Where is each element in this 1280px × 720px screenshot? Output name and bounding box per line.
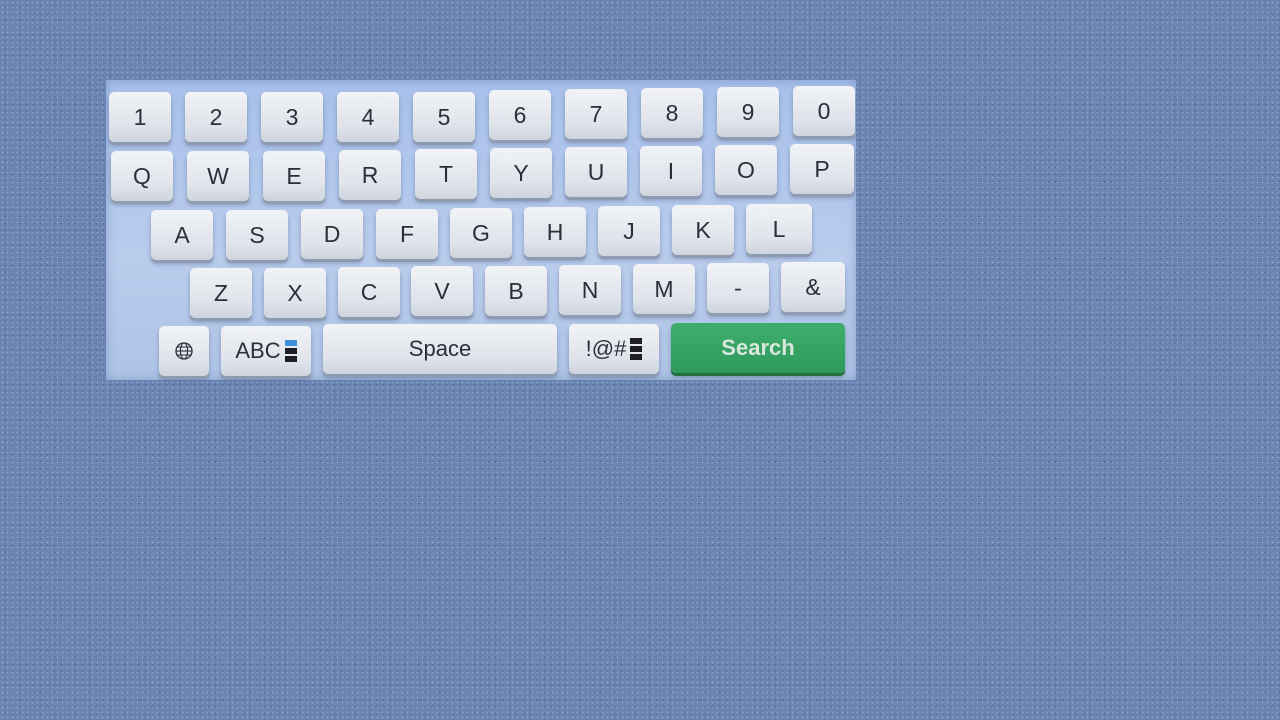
key-c[interactable]: C [338,267,400,317]
key-a[interactable]: A [151,210,213,260]
symbols-mode-label: !@# [585,336,627,361]
key-n[interactable]: N [559,265,621,315]
key-w[interactable]: W [187,151,249,201]
key-r[interactable]: R [339,150,401,200]
search-button[interactable]: Search [671,323,845,373]
symbols-mode-indicator-icon [630,338,643,360]
key-i[interactable]: I [640,146,702,196]
key-o[interactable]: O [715,145,777,195]
key-e[interactable]: E [263,151,325,201]
key-b[interactable]: B [485,266,547,316]
on-screen-keyboard: 1 2 3 4 5 6 7 8 9 0 Q W E R T Y U I O P … [106,80,856,380]
space-key[interactable]: Space [323,324,557,374]
language-key[interactable] [159,326,209,376]
key-ampersand[interactable]: & [781,262,845,312]
key-u[interactable]: U [565,147,627,197]
key-l[interactable]: L [746,204,812,254]
key-5[interactable]: 5 [413,92,475,142]
key-s[interactable]: S [226,210,288,260]
mode-indicator-icon [284,340,297,362]
key-6[interactable]: 6 [489,90,551,140]
key-0[interactable]: 0 [793,86,855,136]
search-button-label: Search [721,335,795,360]
key-y[interactable]: Y [490,148,552,198]
globe-icon [175,342,193,360]
key-h[interactable]: H [524,207,586,257]
key-hyphen[interactable]: - [707,263,769,313]
key-f[interactable]: F [376,209,438,259]
key-j[interactable]: J [598,206,660,256]
key-x[interactable]: X [264,268,326,318]
key-g[interactable]: G [450,208,512,258]
key-3[interactable]: 3 [261,92,323,142]
space-key-label: Space [408,336,472,361]
key-v[interactable]: V [411,266,473,316]
abc-mode-key[interactable]: ABC [221,326,311,376]
key-p[interactable]: P [790,144,854,194]
key-d[interactable]: D [301,209,363,259]
symbols-mode-key[interactable]: !@# [569,324,659,374]
key-k[interactable]: K [672,205,734,255]
key-z[interactable]: Z [190,268,252,318]
key-q[interactable]: Q [111,151,173,201]
key-4[interactable]: 4 [337,92,399,142]
key-7[interactable]: 7 [565,89,627,139]
key-9[interactable]: 9 [717,87,779,137]
key-t[interactable]: T [415,149,477,199]
key-2[interactable]: 2 [185,92,247,142]
abc-mode-label: ABC [235,338,281,363]
key-1[interactable]: 1 [109,92,171,142]
key-m[interactable]: M [633,264,695,314]
key-8[interactable]: 8 [641,88,703,138]
